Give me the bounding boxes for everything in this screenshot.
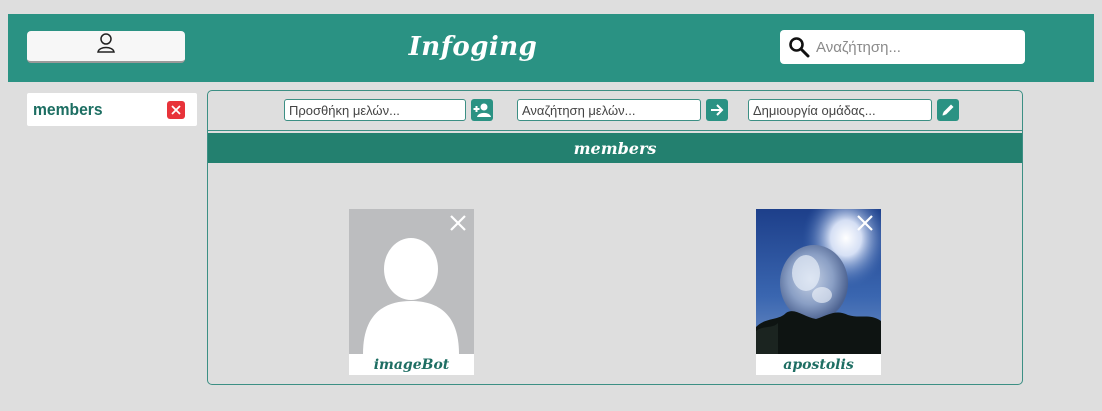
global-search	[780, 30, 1025, 64]
remove-member-button[interactable]	[855, 213, 875, 233]
search-members-field[interactable]	[517, 99, 701, 121]
panel-toolbar	[208, 91, 1022, 131]
create-group-button[interactable]	[937, 99, 959, 121]
pencil-icon	[942, 104, 954, 116]
sidebar-item-label: members	[33, 99, 103, 119]
member-name: imageBot	[373, 357, 450, 373]
arrow-right-icon	[711, 104, 724, 116]
user-icon	[97, 33, 115, 53]
member-card[interactable]: apostolis	[756, 209, 881, 375]
add-member-button[interactable]	[471, 99, 493, 121]
create-group-input[interactable]	[749, 100, 931, 120]
app-brand: Infoging	[408, 32, 538, 62]
profile-button[interactable]	[27, 31, 185, 63]
close-icon	[857, 215, 873, 231]
member-card[interactable]: imageBot	[349, 209, 474, 375]
search-members-input[interactable]	[518, 100, 700, 120]
add-members-field[interactable]	[284, 99, 466, 121]
search-members-go-button[interactable]	[706, 99, 728, 121]
search-input[interactable]	[816, 38, 1006, 56]
remove-member-button[interactable]	[448, 213, 468, 233]
section-header: members	[208, 133, 1022, 163]
members-panel: members imageBot	[207, 90, 1023, 385]
add-user-icon	[473, 103, 491, 117]
add-members-input[interactable]	[285, 100, 465, 120]
close-tab-button[interactable]	[167, 100, 185, 119]
member-name: apostolis	[783, 357, 854, 373]
search-icon[interactable]	[788, 36, 810, 58]
top-header: Infoging	[8, 14, 1094, 82]
sidebar-item-members[interactable]: members	[27, 93, 197, 126]
close-icon	[450, 215, 466, 231]
create-group-field[interactable]	[748, 99, 932, 121]
close-icon	[171, 104, 181, 115]
section-title: members	[573, 138, 657, 158]
